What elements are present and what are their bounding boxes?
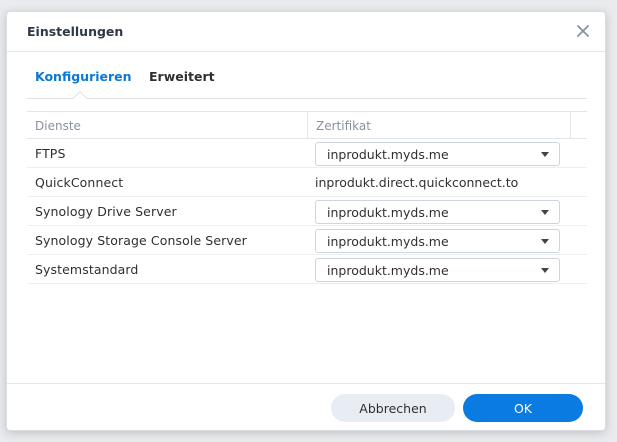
certificate-select-value: inprodukt.myds.me <box>327 147 449 162</box>
table-row[interactable]: Systemstandard inprodukt.myds.me <box>27 255 587 284</box>
column-separator[interactable] <box>570 112 571 139</box>
dialog-title: Einstellungen <box>27 24 124 39</box>
certificate-select-value: inprodukt.myds.me <box>327 234 449 249</box>
table-row[interactable]: QuickConnect inprodukt.direct.quickconne… <box>27 168 587 197</box>
dialog-titlebar: Einstellungen <box>7 12 605 52</box>
chevron-down-icon <box>541 210 549 215</box>
certificate-select[interactable]: inprodukt.myds.me <box>315 142 560 166</box>
certificate-select[interactable]: inprodukt.myds.me <box>315 258 560 282</box>
certificate-text: inprodukt.direct.quickconnect.to <box>315 175 519 190</box>
certificate-table: Dienste Zertifikat FTPS inprodukt.myds.m… <box>27 111 587 284</box>
chevron-down-icon <box>541 152 549 157</box>
service-name: Synology Storage Console Server <box>35 233 247 248</box>
dialog-footer: Abbrechen OK <box>7 383 605 430</box>
service-name: FTPS <box>35 146 66 161</box>
service-name: QuickConnect <box>35 175 124 190</box>
table-row[interactable]: FTPS inprodukt.myds.me <box>27 139 587 168</box>
certificate-select-value: inprodukt.myds.me <box>327 263 449 278</box>
certificate-select[interactable]: inprodukt.myds.me <box>315 229 560 253</box>
close-icon[interactable] <box>573 21 593 41</box>
active-tab-indicator <box>72 90 88 106</box>
service-name: Systemstandard <box>35 262 139 277</box>
table-row[interactable]: Synology Drive Server inprodukt.myds.me <box>27 197 587 226</box>
ok-button[interactable]: OK <box>463 394 583 422</box>
chevron-down-icon <box>541 268 549 273</box>
chevron-down-icon <box>541 239 549 244</box>
tab-konfigurieren[interactable]: Konfigurieren <box>35 69 132 84</box>
settings-dialog: Einstellungen Konfigurieren Erweitert Di… <box>6 11 606 431</box>
column-separator[interactable] <box>307 112 308 139</box>
tab-bar: Konfigurieren Erweitert <box>27 69 587 106</box>
cancel-button[interactable]: Abbrechen <box>331 394 455 422</box>
certificate-select-value: inprodukt.myds.me <box>327 205 449 220</box>
certificate-select[interactable]: inprodukt.myds.me <box>315 200 560 224</box>
column-header-zertifikat[interactable]: Zertifikat <box>316 119 371 133</box>
column-header-dienste[interactable]: Dienste <box>35 119 81 133</box>
table-header: Dienste Zertifikat <box>27 111 587 139</box>
service-name: Synology Drive Server <box>35 204 177 219</box>
tab-erweitert[interactable]: Erweitert <box>149 69 215 84</box>
table-row[interactable]: Synology Storage Console Server inproduk… <box>27 226 587 255</box>
